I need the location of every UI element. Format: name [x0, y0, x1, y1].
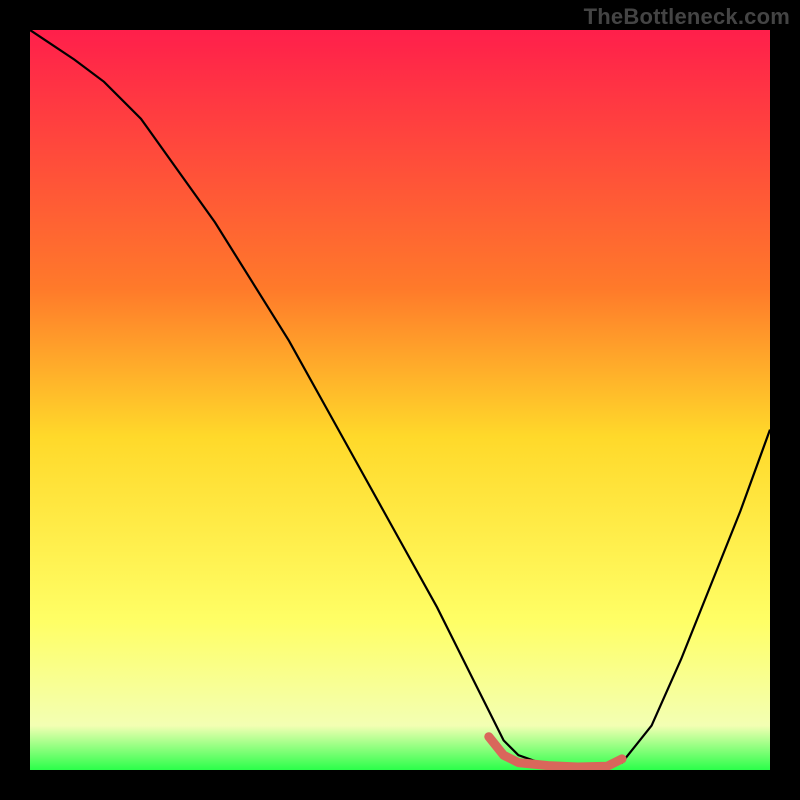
chart-plot-area	[30, 30, 770, 770]
watermark-label: TheBottleneck.com	[584, 4, 790, 30]
chart-svg	[30, 30, 770, 770]
chart-frame: TheBottleneck.com	[0, 0, 800, 800]
chart-background-gradient	[30, 30, 770, 770]
